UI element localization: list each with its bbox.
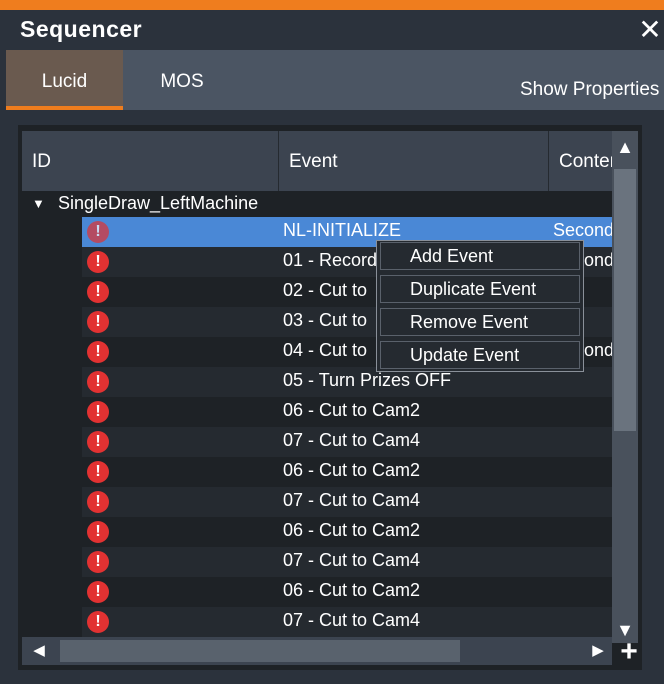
table-row[interactable]: ! 06 - Cut to Cam2 [82, 577, 612, 607]
error-icon: ! [87, 461, 109, 483]
error-icon: ! [87, 371, 109, 393]
add-icon[interactable]: + [616, 637, 642, 667]
event-name: 04 - Cut to [283, 340, 368, 360]
error-icon: ! [87, 221, 109, 243]
error-icon: ! [87, 611, 109, 633]
error-icon: ! [87, 341, 109, 363]
event-content: Second [553, 220, 612, 240]
event-name: 01 - Record [283, 250, 378, 270]
column-header-event[interactable]: Event [278, 131, 548, 191]
error-icon: ! [87, 551, 109, 573]
scroll-right-icon[interactable]: ▶ [588, 637, 608, 665]
menu-item-duplicate-event[interactable]: Duplicate Event [380, 275, 580, 303]
error-icon: ! [87, 581, 109, 603]
table-row[interactable]: ! 07 - Cut to Cam4 [82, 487, 612, 517]
column-header-content[interactable]: Content [548, 131, 612, 191]
error-icon: ! [87, 311, 109, 333]
error-icon: ! [87, 281, 109, 303]
context-menu: Add Event Duplicate Event Remove Event U… [376, 240, 584, 372]
menu-item-remove-event[interactable]: Remove Event [380, 308, 580, 336]
event-name: NL-INITIALIZE [283, 220, 402, 240]
table-header: ID Event Content [22, 131, 612, 191]
title-bar: Sequencer ✕ [0, 10, 664, 50]
vertical-scrollbar[interactable]: ▲ ▼ [612, 131, 638, 643]
event-name: 06 - Cut to Cam2 [283, 580, 421, 600]
tab-mos[interactable]: MOS [123, 50, 241, 110]
event-name: 06 - Cut to Cam2 [283, 460, 421, 480]
event-name: 07 - Cut to Cam4 [283, 610, 421, 630]
error-icon: ! [87, 491, 109, 513]
error-icon: ! [87, 401, 109, 423]
expand-arrow-icon[interactable]: ▼ [32, 196, 45, 211]
scroll-left-icon[interactable]: ◀ [22, 637, 56, 665]
event-name: 05 - Turn Prizes OFF [283, 370, 452, 390]
event-name: 02 - Cut to [283, 280, 368, 300]
group-row[interactable]: ▼ SingleDraw_LeftMachine [22, 191, 612, 217]
show-properties-button[interactable]: Show Properties [520, 79, 659, 101]
error-icon: ! [87, 251, 109, 273]
column-header-id[interactable]: ID [22, 131, 278, 191]
event-name: 06 - Cut to Cam2 [283, 520, 421, 540]
table-row[interactable]: ! 06 - Cut to Cam2 [82, 517, 612, 547]
menu-item-update-event[interactable]: Update Event [380, 341, 580, 369]
close-icon[interactable]: ✕ [636, 12, 664, 48]
error-icon: ! [87, 521, 109, 543]
event-name: 06 - Cut to Cam2 [283, 400, 421, 420]
event-name: 07 - Cut to Cam4 [283, 490, 421, 510]
table-row[interactable]: ! 07 - Cut to Cam4 [82, 427, 612, 457]
table-row[interactable]: ! 07 - Cut to Cam4 [82, 547, 612, 577]
table-row[interactable]: ! 06 - Cut to Cam2 [82, 457, 612, 487]
window-accent-stripe [0, 0, 664, 10]
tab-lucid[interactable]: Lucid [6, 50, 123, 110]
event-name: 07 - Cut to Cam4 [283, 430, 421, 450]
menu-item-add-event[interactable]: Add Event [380, 242, 580, 270]
table-row[interactable]: ! 07 - Cut to Cam4 [82, 607, 612, 637]
window-title: Sequencer [20, 16, 143, 42]
vertical-scroll-thumb[interactable] [614, 169, 636, 431]
table-row[interactable]: ! 06 - Cut to Cam2 [82, 397, 612, 427]
error-icon: ! [87, 431, 109, 453]
horizontal-scroll-thumb[interactable] [60, 640, 460, 662]
sequencer-table-panel: ID Event Content ▼ SingleDraw_LeftMachin… [18, 125, 642, 670]
event-name: 07 - Cut to Cam4 [283, 550, 421, 570]
scroll-up-icon[interactable]: ▲ [612, 131, 638, 167]
event-name: 03 - Cut to [283, 310, 368, 330]
group-name: SingleDraw_LeftMachine [58, 193, 259, 213]
horizontal-scrollbar[interactable]: ◀ ▶ [22, 637, 612, 665]
